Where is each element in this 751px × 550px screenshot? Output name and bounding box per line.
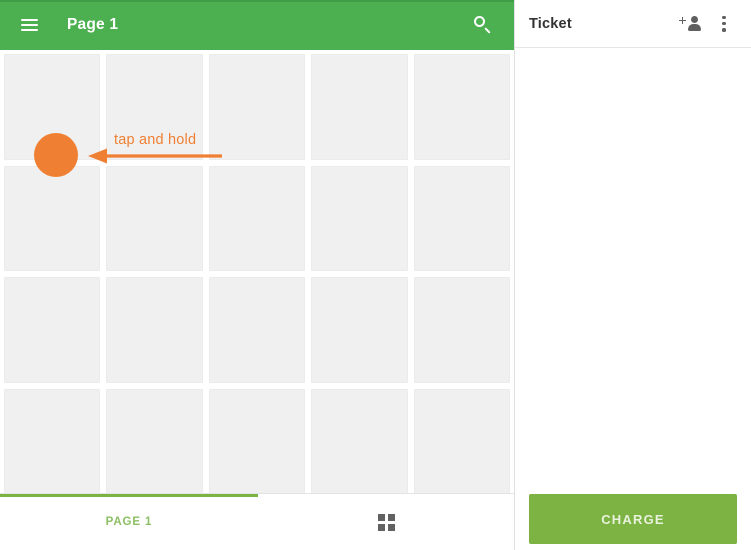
grid-view-icon [377,513,395,531]
ticket-title: Ticket [529,15,572,32]
product-tile[interactable] [106,388,203,493]
bottom-tab-bar: PAGE 1 [0,493,514,550]
person-add-icon [679,15,701,33]
catalog-pane: Page 1 tap and hold PAGE 1 [0,0,514,550]
ticket-header: Ticket [515,0,751,48]
page-title: Page 1 [67,16,119,33]
tab-page-1-label: PAGE 1 [105,516,153,528]
charge-button[interactable]: CHARGE [529,494,737,544]
product-tile[interactable] [4,388,101,493]
product-tile[interactable] [311,388,408,493]
ticket-items-list [515,48,751,488]
app-bar-top-shade [0,0,514,2]
hamburger-menu-icon [20,19,38,31]
product-tile[interactable] [413,165,510,271]
product-tile[interactable] [4,277,101,383]
product-tile[interactable] [311,54,408,160]
product-tile[interactable] [208,277,306,383]
product-tile[interactable] [311,165,408,271]
product-tile-grid [4,54,510,493]
product-tile[interactable] [106,54,203,160]
product-tile[interactable] [311,277,408,383]
ticket-pane: Ticket CHARGE [514,0,751,550]
product-tile[interactable] [413,54,510,160]
product-grid-area: tap and hold [0,50,514,493]
product-tile[interactable] [4,54,101,160]
more-vertical-icon [722,15,726,32]
product-tile[interactable] [413,277,510,383]
pos-app-window: Page 1 tap and hold PAGE 1 Ticket CHARGE [0,0,751,550]
product-tile[interactable] [106,165,203,271]
grid-view-button[interactable] [258,494,514,550]
product-tile[interactable] [208,388,306,493]
ticket-overflow-menu-button[interactable] [707,7,741,41]
product-tile[interactable] [4,165,101,271]
search-icon [474,16,492,34]
ticket-footer: CHARGE [515,488,751,550]
hamburger-menu-button[interactable] [12,8,46,42]
add-customer-button[interactable] [673,7,707,41]
top-app-bar: Page 1 [0,0,514,50]
tab-page-1[interactable]: PAGE 1 [0,494,258,550]
product-tile[interactable] [208,54,306,160]
product-tile[interactable] [208,165,306,271]
product-tile[interactable] [413,388,510,493]
search-button[interactable] [466,8,500,42]
product-tile[interactable] [106,277,203,383]
